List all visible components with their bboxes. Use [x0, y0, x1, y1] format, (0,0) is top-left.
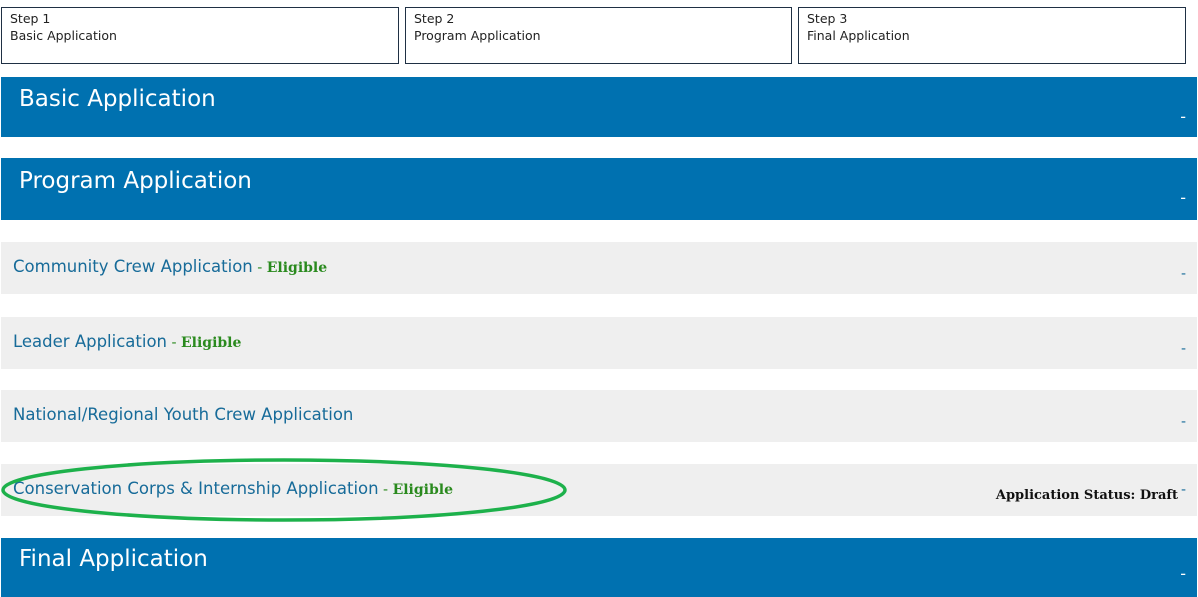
step-1-basic-application[interactable]: Step 1 Basic Application [1, 7, 399, 64]
application-link[interactable]: Community Crew Application - Eligible [13, 257, 327, 276]
application-name[interactable]: Leader Application [13, 332, 167, 351]
separator: - [378, 482, 393, 498]
step-3-final-application[interactable]: Step 3 Final Application [798, 7, 1186, 64]
step-2-program-application[interactable]: Step 2 Program Application [405, 7, 792, 64]
program-application-header[interactable]: Program Application - [1, 158, 1197, 220]
conservation-corps-internship-application-row[interactable]: Conservation Corps & Internship Applicat… [1, 464, 1197, 516]
application-name[interactable]: National/Regional Youth Crew Application [13, 405, 353, 424]
eligibility-badge: Eligible [392, 482, 453, 498]
separator: - [252, 260, 267, 276]
application-name[interactable]: Community Crew Application [13, 257, 253, 276]
collapse-toggle[interactable]: - [1180, 564, 1186, 583]
eligibility-badge: Eligible [180, 335, 242, 351]
collapse-toggle[interactable]: - [1181, 414, 1186, 430]
eligibility-badge: Eligible [266, 260, 328, 276]
separator: - [167, 335, 181, 351]
application-status: Application Status: Draft [995, 488, 1178, 503]
section-title: Final Application [19, 546, 208, 572]
application-link[interactable]: Conservation Corps & Internship Applicat… [13, 479, 453, 498]
collapse-toggle[interactable]: - [1181, 482, 1186, 498]
step-name: Basic Application [10, 28, 117, 43]
community-crew-application-row[interactable]: Community Crew Application - Eligible - [1, 242, 1197, 294]
collapse-toggle[interactable]: - [1181, 266, 1186, 282]
section-title: Program Application [19, 168, 252, 194]
step-name: Program Application [414, 28, 541, 43]
collapse-toggle[interactable]: - [1180, 107, 1186, 126]
step-name: Final Application [807, 28, 910, 43]
section-title: Basic Application [19, 86, 216, 112]
final-application-header[interactable]: Final Application - [1, 538, 1197, 597]
national-regional-youth-crew-application-row[interactable]: National/Regional Youth Crew Application… [1, 390, 1197, 442]
step-number: Step 2 [414, 11, 455, 26]
application-link[interactable]: National/Regional Youth Crew Application [13, 405, 353, 424]
step-number: Step 3 [807, 11, 848, 26]
application-name[interactable]: Conservation Corps & Internship Applicat… [13, 479, 379, 498]
basic-application-header[interactable]: Basic Application - [1, 77, 1197, 137]
step-number: Step 1 [10, 11, 51, 26]
application-link[interactable]: Leader Application - Eligible [13, 332, 241, 351]
collapse-toggle[interactable]: - [1181, 341, 1186, 357]
collapse-toggle[interactable]: - [1180, 188, 1186, 207]
step-tracker: Step 1 Basic Application Step 2 Program … [1, 7, 1197, 66]
leader-application-row[interactable]: Leader Application - Eligible - [1, 317, 1197, 369]
